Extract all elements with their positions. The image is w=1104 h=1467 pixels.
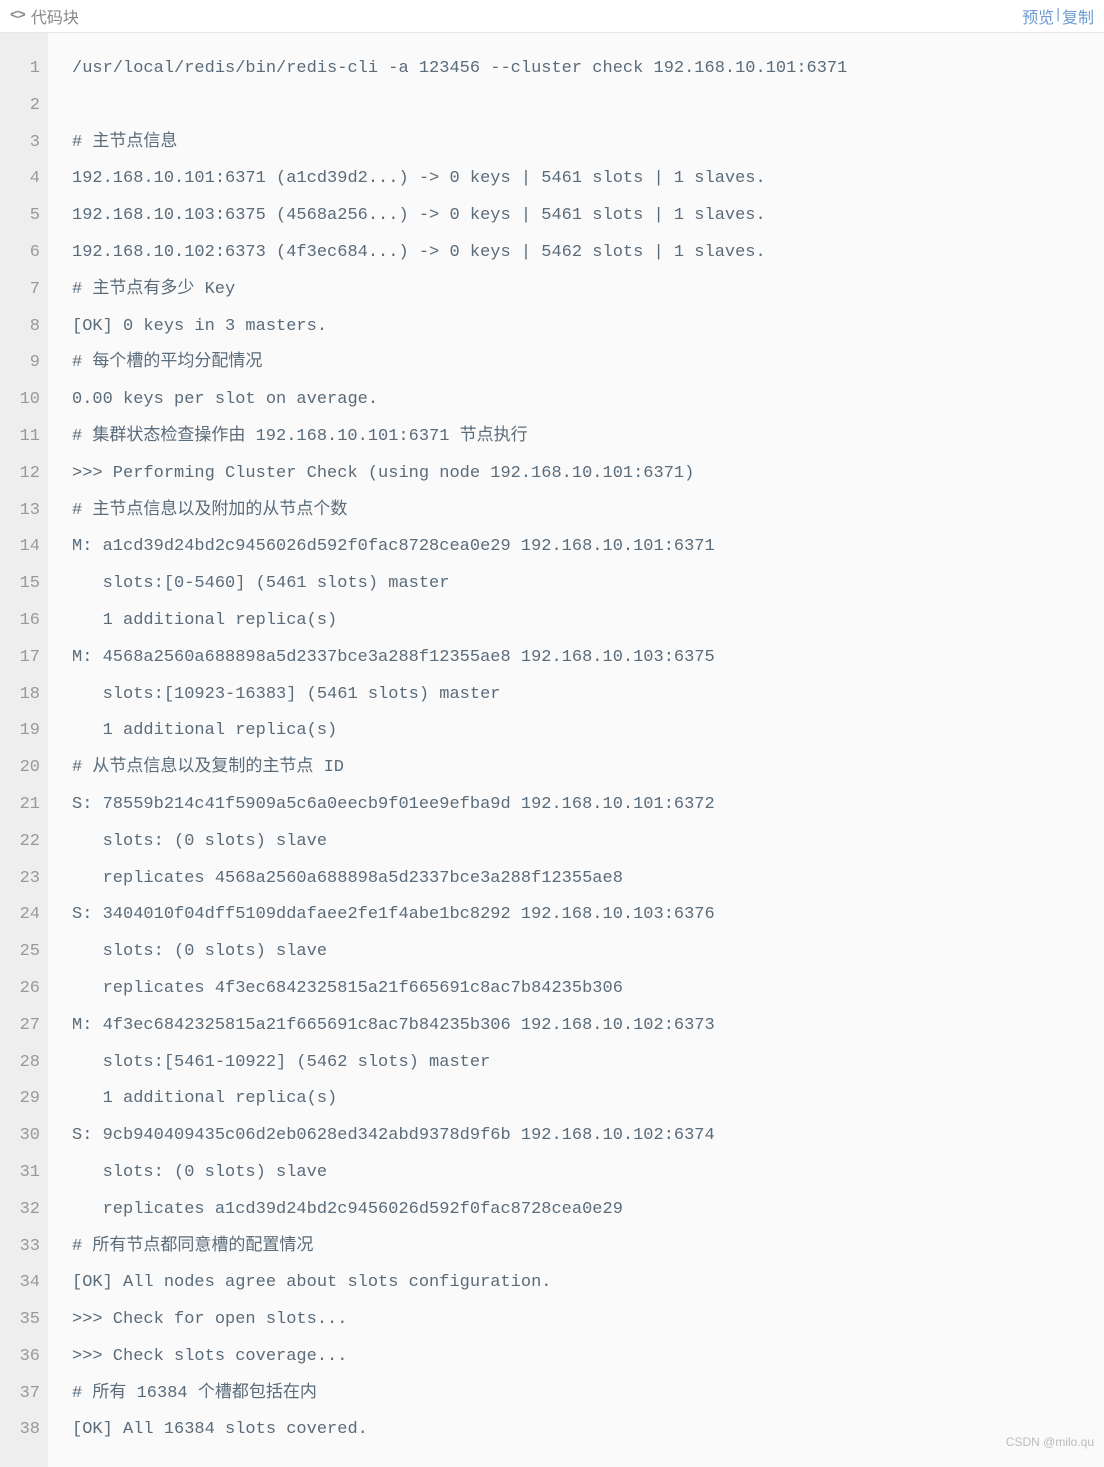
line-number: 23	[12, 861, 40, 898]
line-number: 3	[12, 125, 40, 162]
code-line: /usr/local/redis/bin/redis-cli -a 123456…	[72, 51, 1080, 88]
code-line: 1 additional replica(s)	[72, 603, 1080, 640]
line-number: 22	[12, 824, 40, 861]
line-number: 17	[12, 640, 40, 677]
preview-link[interactable]: 预览	[1022, 4, 1054, 28]
line-number: 38	[12, 1412, 40, 1449]
code-line: 1 additional replica(s)	[72, 713, 1080, 750]
code-line: # 所有节点都同意槽的配置情况	[72, 1229, 1080, 1266]
code-line: # 所有 16384 个槽都包括在内	[72, 1376, 1080, 1413]
copy-link[interactable]: 复制	[1062, 4, 1094, 28]
line-number: 10	[12, 382, 40, 419]
line-number: 29	[12, 1081, 40, 1118]
code-line: S: 78559b214c41f5909a5c6a0eecb9f01ee9efb…	[72, 787, 1080, 824]
line-number: 33	[12, 1229, 40, 1266]
code-line: [OK] All 16384 slots covered.	[72, 1412, 1080, 1449]
code-line: M: 4568a2560a688898a5d2337bce3a288f12355…	[72, 640, 1080, 677]
code-line: slots: (0 slots) slave	[72, 934, 1080, 971]
code-line: slots: (0 slots) slave	[72, 1155, 1080, 1192]
code-line: # 主节点信息以及附加的从节点个数	[72, 493, 1080, 530]
code-line: 192.168.10.101:6371 (a1cd39d2...) -> 0 k…	[72, 161, 1080, 198]
header-left: <> 代码块	[10, 4, 79, 28]
line-number: 1	[12, 51, 40, 88]
line-number: 30	[12, 1118, 40, 1155]
line-number: 15	[12, 566, 40, 603]
line-number: 25	[12, 934, 40, 971]
code-icon: <>	[10, 8, 25, 24]
code-line: # 每个槽的平均分配情况	[72, 345, 1080, 382]
code-line: 0.00 keys per slot on average.	[72, 382, 1080, 419]
line-number: 8	[12, 309, 40, 346]
header-actions: 预览 | 复制	[1022, 4, 1094, 28]
line-number: 11	[12, 419, 40, 456]
code-line: # 主节点信息	[72, 125, 1080, 162]
line-number: 16	[12, 603, 40, 640]
code-line: M: 4f3ec6842325815a21f665691c8ac7b84235b…	[72, 1008, 1080, 1045]
code-line: replicates 4f3ec6842325815a21f665691c8ac…	[72, 971, 1080, 1008]
code-line: replicates 4568a2560a688898a5d2337bce3a2…	[72, 861, 1080, 898]
code-line: >>> Check slots coverage...	[72, 1339, 1080, 1376]
code-line: >>> Performing Cluster Check (using node…	[72, 456, 1080, 493]
line-number: 27	[12, 1008, 40, 1045]
line-number: 5	[12, 198, 40, 235]
code-line: replicates a1cd39d24bd2c9456026d592f0fac…	[72, 1192, 1080, 1229]
code-content[interactable]: /usr/local/redis/bin/redis-cli -a 123456…	[48, 33, 1104, 1467]
line-gutter: 1234567891011121314151617181920212223242…	[0, 33, 48, 1467]
line-number: 18	[12, 677, 40, 714]
line-number: 19	[12, 713, 40, 750]
line-number: 35	[12, 1302, 40, 1339]
line-number: 26	[12, 971, 40, 1008]
line-number: 21	[12, 787, 40, 824]
line-number: 14	[12, 529, 40, 566]
code-line: slots:[0-5460] (5461 slots) master	[72, 566, 1080, 603]
code-line: 1 additional replica(s)	[72, 1081, 1080, 1118]
code-line: slots:[5461-10922] (5462 slots) master	[72, 1045, 1080, 1082]
line-number: 4	[12, 161, 40, 198]
code-line: [OK] All nodes agree about slots configu…	[72, 1265, 1080, 1302]
code-line: [OK] 0 keys in 3 masters.	[72, 309, 1080, 346]
code-line: # 主节点有多少 Key	[72, 272, 1080, 309]
line-number: 12	[12, 456, 40, 493]
code-line: 192.168.10.103:6375 (4568a256...) -> 0 k…	[72, 198, 1080, 235]
line-number: 20	[12, 750, 40, 787]
separator: |	[1056, 4, 1060, 28]
line-number: 24	[12, 897, 40, 934]
line-number: 37	[12, 1376, 40, 1413]
code-line: 192.168.10.102:6373 (4f3ec684...) -> 0 k…	[72, 235, 1080, 272]
code-line: slots:[10923-16383] (5461 slots) master	[72, 677, 1080, 714]
code-block: 1234567891011121314151617181920212223242…	[0, 33, 1104, 1467]
code-header: <> 代码块 预览 | 复制	[0, 0, 1104, 33]
line-number: 28	[12, 1045, 40, 1082]
line-number: 6	[12, 235, 40, 272]
code-line: # 从节点信息以及复制的主节点 ID	[72, 750, 1080, 787]
code-line: S: 9cb940409435c06d2eb0628ed342abd9378d9…	[72, 1118, 1080, 1155]
line-number: 9	[12, 345, 40, 382]
code-line: M: a1cd39d24bd2c9456026d592f0fac8728cea0…	[72, 529, 1080, 566]
line-number: 31	[12, 1155, 40, 1192]
line-number: 36	[12, 1339, 40, 1376]
code-line	[72, 88, 1080, 125]
line-number: 34	[12, 1265, 40, 1302]
code-line: # 集群状态检查操作由 192.168.10.101:6371 节点执行	[72, 419, 1080, 456]
watermark: CSDN @milo.qu	[1006, 1424, 1094, 1461]
code-line: S: 3404010f04dff5109ddafaee2fe1f4abe1bc8…	[72, 897, 1080, 934]
line-number: 32	[12, 1192, 40, 1229]
code-block-title: 代码块	[31, 4, 79, 28]
line-number: 7	[12, 272, 40, 309]
line-number: 13	[12, 493, 40, 530]
code-line: slots: (0 slots) slave	[72, 824, 1080, 861]
code-line: >>> Check for open slots...	[72, 1302, 1080, 1339]
line-number: 2	[12, 88, 40, 125]
code-viewer: <> 代码块 预览 | 复制 1234567891011121314151617…	[0, 0, 1104, 1467]
